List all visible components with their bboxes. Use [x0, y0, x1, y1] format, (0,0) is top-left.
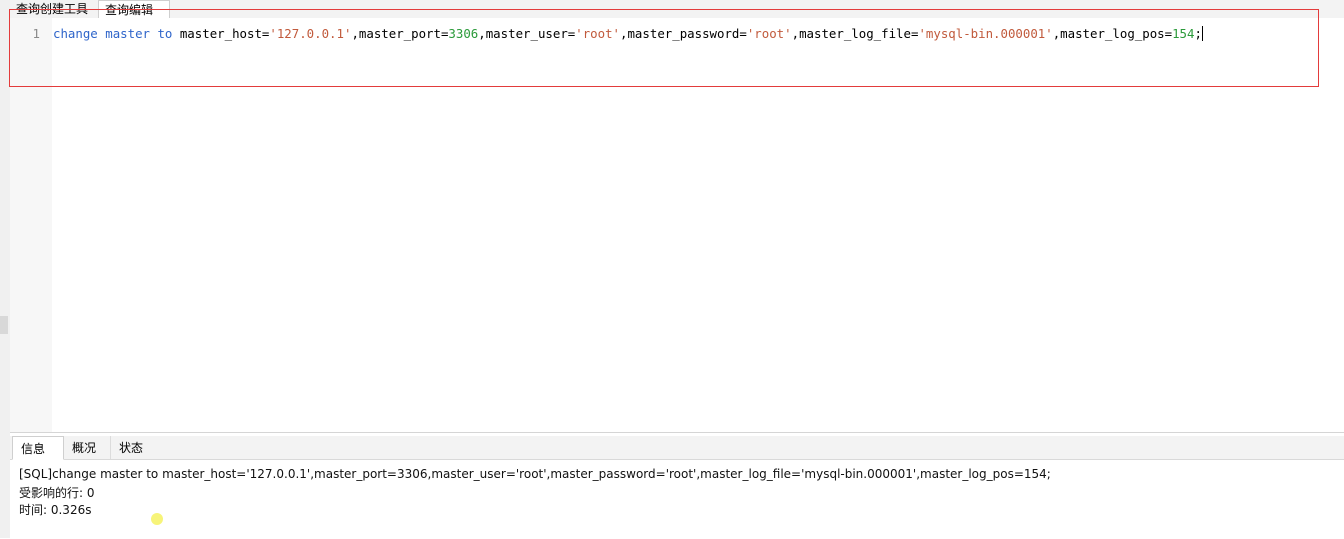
keyword-to: to	[157, 26, 173, 41]
code-text: ;	[1194, 26, 1202, 41]
number-port: 3306	[448, 26, 479, 41]
code-line[interactable]: change master to master_host='127.0.0.1'…	[53, 26, 1203, 41]
code-text: ,master_log_file=	[791, 26, 919, 41]
tab-overview[interactable]: 概况	[64, 436, 108, 459]
keyword-master: master	[105, 26, 150, 41]
string-host: '127.0.0.1'	[269, 26, 352, 41]
text-cursor	[1201, 26, 1203, 41]
code-text: master_host=	[172, 26, 270, 41]
code-text: ,master_user=	[478, 26, 576, 41]
message-time: 时间: 0.326s	[19, 503, 92, 517]
tab-status[interactable]: 状态	[110, 436, 156, 459]
mouse-cursor-highlight	[151, 513, 163, 525]
result-tabbar	[10, 436, 1344, 460]
string-user: 'root'	[575, 26, 621, 41]
number-log-pos: 154	[1172, 26, 1195, 41]
code-text: ,master_log_pos=	[1052, 26, 1173, 41]
string-password: 'root'	[746, 26, 792, 41]
keyword-change: change	[53, 26, 98, 41]
tab-info[interactable]: 信息	[12, 436, 64, 460]
line-gutter	[10, 18, 52, 432]
message-sql: [SQL]change master to master_host='127.0…	[19, 467, 1051, 481]
code-text: ,master_port=	[351, 26, 449, 41]
message-affected-rows: 受影响的行: 0	[19, 486, 95, 500]
string-log-file: 'mysql-bin.000001'	[918, 26, 1053, 41]
collapse-handle[interactable]	[0, 316, 8, 334]
code-text: ,master_password=	[620, 26, 747, 41]
tab-query-editor[interactable]: 查询编辑器	[98, 0, 170, 36]
line-number: 1	[32, 26, 40, 41]
left-rail	[0, 0, 10, 538]
sql-editor[interactable]	[10, 18, 1344, 432]
editor-tabbar	[10, 0, 1344, 19]
tab-query-builder[interactable]: 查询创建工具	[10, 0, 96, 18]
